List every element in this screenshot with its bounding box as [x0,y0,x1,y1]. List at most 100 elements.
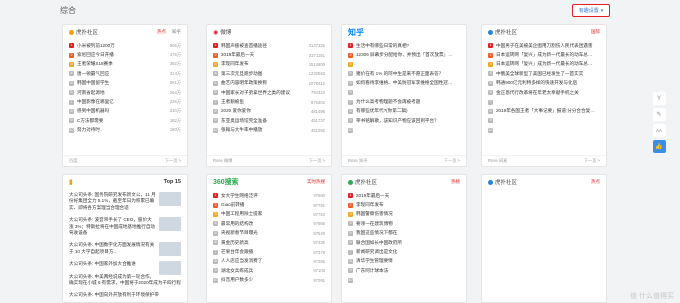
list-item[interactable]: 9 湖北女兵练成兵 97103 [213,266,325,275]
list-item[interactable]: 6 黄金历史新高 97436 [213,238,325,247]
list-item[interactable]: 4 要领一在建筑博物 [348,219,460,228]
list-item[interactable]: 8 清华学生管理要情 [348,257,460,266]
list-item[interactable]: 1 韩国声援被查首播途径 3137325 [213,41,325,50]
list-item[interactable]: 7 为什么高考物理题不会再被考题 [348,97,460,106]
tab-realtime[interactable]: 实时热搜 [307,179,325,185]
list-item[interactable]: 2 Giao前转播 97791 [213,200,325,209]
next-page-link[interactable]: 下一页 > [309,158,325,164]
list-item[interactable]: 1 2019年最后一天 [348,191,460,200]
list-item[interactable]: 6 金正恩代行改革将在年老太奉献手机之关 [488,88,600,97]
rank-badge: 9 [69,118,74,124]
next-page-link[interactable]: 下一页 > [165,158,181,164]
item-value: 481496 [311,108,325,114]
rank-badge: 5 [348,230,353,236]
list-item[interactable]: 3 韩国警察伤害情况 [348,210,460,219]
list-item[interactable]: 3 王者荣耀S18赛季 392万 [69,60,181,69]
list-item[interactable]: 6 [348,88,460,97]
thumb-up-icon[interactable]: 👍 [652,140,666,153]
list-item[interactable]: 9 宰书铭解散，该知识产物应该回到平台？ [348,116,460,125]
list-item[interactable]: 10 [348,276,460,285]
list-item[interactable]: 3日本运转网「复兴」成为新一代最长的动车总统前1100元 [488,60,600,69]
list-item[interactable]: 10 抖音用户数多少 97091 [213,276,325,285]
tab-hot[interactable]: 热点 [591,179,600,185]
list-item[interactable]: 1 小米被列前1200万 806万 [69,41,181,50]
item-title: 王者鹅被鱼 [221,99,244,105]
tab-zhihu[interactable]: 知乎 [172,29,181,35]
list-item[interactable]: 10 [488,126,600,135]
item-title: 小米被列前1200万 [77,42,115,48]
list-item[interactable]: 10 [348,126,460,135]
item-value: 97376 [313,249,325,255]
list-item[interactable]: 1 中国男子在美被美企图用刀割伤人民代表团遇害 [488,41,600,50]
rank-badge: 6 [348,90,353,96]
list-item[interactable]: 8 有哪些优年代?(你第二辑) [348,107,460,116]
list-item[interactable]: 3 李现同年发布 1514600 [213,60,325,69]
list-item[interactable]: 7 芒果台年会跟播 97376 [213,247,325,256]
list-item[interactable]: 8 感到中国机器吗 210万 [69,107,181,116]
settings-button[interactable]: 有趣设置 ▾ [572,4,610,17]
list-item[interactable]: 8 人人店应当发消费了 97286 [213,257,325,266]
list-item[interactable]: 7 新闻研究调出是文化 [348,247,460,256]
rank-badge: 1 [348,43,353,49]
font-size-icon[interactable]: AA [652,124,666,137]
list-item[interactable]: 5 曲艺内容明年政策换称 1078412 [213,79,325,88]
item-title: 为什么高考物理题不会再被考题 [356,99,421,105]
rank-badge: 2 [348,52,353,58]
item-title: 王者荣耀S18赛季 [77,61,113,67]
news-item[interactable]: 大公司头条: 中国数字化方面发展情况有关于 10 大学自起项目方... [63,239,187,258]
list-item[interactable]: 1 女大学生网络泛评 97890 [213,191,325,200]
tab-international[interactable]: 国际 [591,29,600,35]
item-title: 有哪些优年代?(你第二辑) [356,108,408,114]
next-page-link[interactable]: 下一页 > [584,158,600,164]
list-item[interactable]: 2 索尼回应今日开播 478万 [69,50,181,59]
list-item[interactable]: 7 中国影像在哪里亿 236万 [69,97,181,106]
list-item[interactable]: 5 我国这些情况下都在 [348,229,460,238]
item-title: 韩通900亿元利特多样的快速开发与化后 [496,80,578,86]
list-item[interactable]: 3 中国工程用除士提家 97763 [213,210,325,219]
item-title: 中国影像在哪里亿 [77,99,114,105]
list-item[interactable]: 9 东亚奥运场馆完全准备 451737 [213,116,325,125]
list-item[interactable]: 8 2019年各国王者「大事记要」报道:分分合合复案中 [488,107,600,116]
list-item[interactable]: 4 第三次元旦跑步动图 1232563 [213,69,325,78]
list-item[interactable]: 2 李现同年发布 [348,200,460,209]
list-item[interactable]: 6 中国家长对子弟拿世界之类的建议 794322 [213,88,325,97]
edit-icon[interactable]: ✎ [652,108,666,121]
list-item[interactable]: 4 最常用的结构改 97666 [213,219,325,228]
item-title: 人人店应当发消费了 [221,258,263,264]
news-item[interactable]: 大公司头条: 中国向外开放有利于环境保护带 [63,289,187,301]
list-item[interactable]: 10 张翰与大牛率中播放 451092 [213,126,325,135]
list-item[interactable]: 212306 屏幕步分配给你，并预出「首次放票」被标也得，今后如何合理 [348,50,460,59]
list-item[interactable]: 2日本运转网「复兴」成为新一代最长的动车总统前1100元 [488,50,600,59]
rank-badge: 6 [348,240,353,246]
list-item[interactable]: 8 2020 爱你爱你 481496 [213,107,325,116]
list-item[interactable]: 9 [488,116,600,125]
list-item[interactable]: 6 河南省起源地 264万 [69,88,181,97]
list-item[interactable]: 7 [488,97,600,106]
item-title: 联合国如长中国政府所 [356,239,402,245]
rank-badge: 7 [488,99,493,105]
list-item[interactable]: 9 广东阿计球本法 [348,266,460,275]
list-item[interactable]: 4 猪价在有 1% 的阿中生是来不愿正面表答？ [348,69,460,78]
news-item[interactable]: 大公司头条: 国务院研究发布新文公，11 月份好集团全力 5.1%，截至年日为积… [63,189,187,214]
tab-hotlist[interactable]: 热榜 [451,179,460,185]
list-item[interactable]: 7 王者鹅被鱼 676402 [213,97,325,106]
next-page-link[interactable]: 下一页 > [444,158,460,164]
news-item[interactable]: 大公司头条: 波音吊手长了 CEO，股价大涨 3%；特斯拉将在中国成地基地推行自… [63,214,187,239]
list-item[interactable]: 5 央视新春节目曝光 97549 [213,229,325,238]
list-item[interactable]: 5如何看待李维格、中美防冠军李维格全国性冠军性，情况何话应该设计过中国... [348,79,460,88]
tab-hot[interactable]: 热点 [157,29,166,35]
list-item[interactable]: 4 中俄美全球新型了美国已经发生了一首实实 [488,69,600,78]
list-item[interactable]: 2 2019年最后一天 2271161 [213,50,325,59]
list-item[interactable]: 10 努力对待时 160万 [69,126,181,135]
wishlist-icon[interactable]: Y [652,92,666,105]
list-item[interactable]: 9 C方法都需要 182万 [69,116,181,125]
list-item[interactable]: 5 韩国中国留学生 281万 [69,79,181,88]
news-item[interactable]: 大公司头条: 中国家外加大合推进 [63,258,187,276]
list-item[interactable]: 3 [348,60,460,69]
item-title: 努力对待时 [77,127,100,133]
list-item[interactable]: 1 生活中有哪些日常的真相? [348,41,460,50]
list-item[interactable]: 5 韩通900亿元利特多样的快速开发与化后 [488,79,600,88]
chevron-down-icon: ▾ [600,7,604,14]
list-item[interactable]: 4 唐一顿霸气回应 314万 [69,69,181,78]
list-item[interactable]: 6 联合国如长中国政府所 [348,238,460,247]
